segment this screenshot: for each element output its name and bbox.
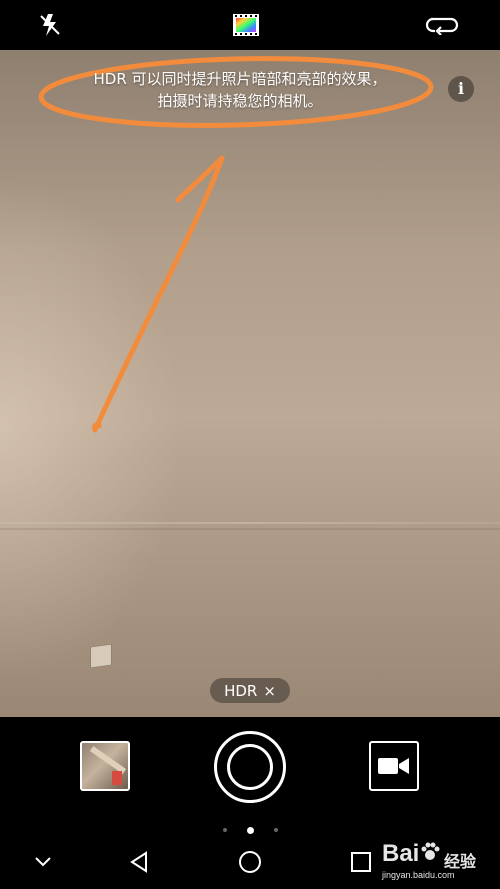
nav-back-button[interactable]	[124, 848, 154, 876]
watermark-url: jingyan.baidu.com	[382, 870, 455, 880]
flash-toggle-button[interactable]	[34, 10, 66, 40]
nav-recent-button[interactable]	[346, 848, 376, 876]
close-icon[interactable]: ×	[263, 682, 276, 700]
chevron-down-icon	[35, 857, 51, 867]
page-dot[interactable]	[273, 828, 278, 832]
mode-page-indicator	[220, 825, 280, 835]
hdr-mode-chip[interactable]: HDR ×	[210, 678, 290, 703]
home-circle-icon	[239, 851, 261, 873]
shutter-button[interactable]	[214, 731, 286, 803]
watermark-cn: 经验	[444, 852, 477, 871]
paw-icon	[421, 842, 440, 860]
system-nav-bar: Bai 经验 jingyan.baidu.com	[0, 836, 500, 889]
page-dot[interactable]	[222, 828, 227, 832]
shutter-inner-ring	[227, 744, 273, 790]
switch-camera-button[interactable]	[422, 10, 462, 40]
hdr-hint-text: HDR 可以同时提升照片暗部和亮部的效果， 拍摄时请持稳您的相机。	[60, 68, 420, 112]
gallery-thumbnail-button[interactable]	[80, 741, 130, 791]
color-filter-icon	[233, 14, 259, 36]
hint-line-2: 拍摄时请持稳您的相机。	[157, 92, 323, 110]
hint-line-1: HDR 可以同时提升照片暗部和亮部的效果，	[93, 70, 387, 88]
nav-home-button[interactable]	[235, 848, 265, 876]
hdr-chip-label: HDR	[224, 681, 258, 700]
recent-square-icon	[351, 852, 371, 872]
camera-top-bar	[0, 0, 500, 50]
orange-annotation	[38, 56, 434, 433]
thumbnail-detail	[112, 771, 122, 785]
page-dot-active[interactable]	[246, 826, 254, 834]
switch-camera-icon	[425, 17, 459, 35]
watermark-logo: Bai	[382, 840, 441, 868]
camera-viewfinder[interactable]: HDR 可以同时提升照片暗部和亮部的效果， 拍摄时请持稳您的相机。 i HDR …	[0, 50, 500, 717]
info-button[interactable]: i	[448, 76, 474, 102]
back-triangle-icon	[130, 851, 147, 873]
flash-off-icon	[40, 14, 60, 36]
nav-hide-button[interactable]	[28, 848, 58, 876]
watermark-logo-bai: Bai	[382, 840, 420, 867]
baidu-jingyan-watermark: Bai 经验 jingyan.baidu.com	[382, 836, 492, 886]
thumbnail-stripe	[89, 746, 127, 774]
video-camera-icon	[378, 758, 409, 774]
filter-button[interactable]	[230, 10, 262, 40]
video-mode-button[interactable]	[369, 741, 419, 791]
